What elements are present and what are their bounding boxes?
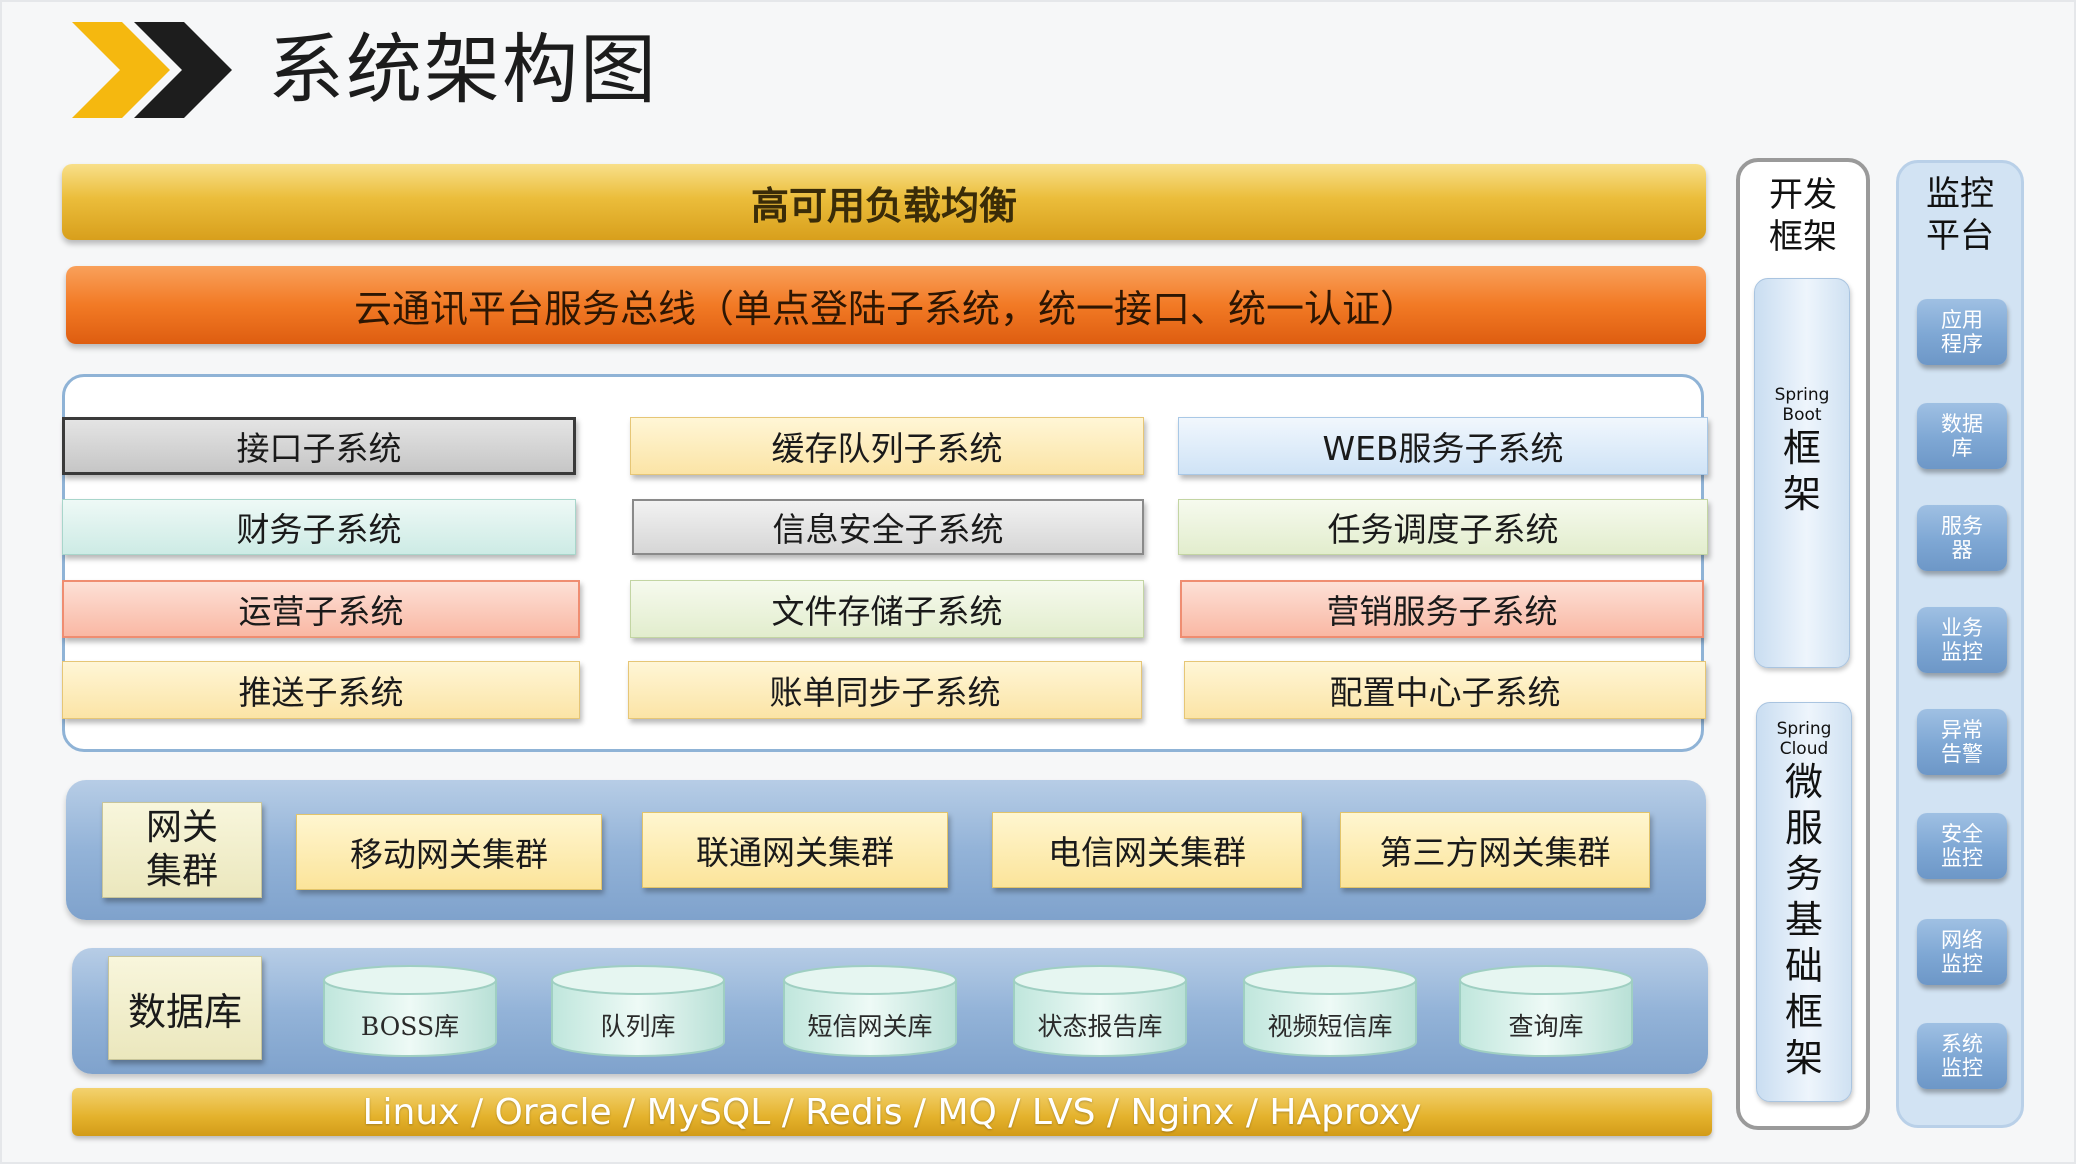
subsystem-box: WEB服务子系统 — [1178, 417, 1708, 475]
subsystem-box: 运营子系统 — [62, 580, 580, 638]
spring-boot-text: 框架 — [1782, 426, 1821, 516]
tech-stack-bar: Linux / Oracle / MySQL / Redis / MQ / LV… — [72, 1088, 1712, 1136]
page-title: 系统架构图 — [268, 25, 658, 114]
subsystem-box: 财务子系统 — [62, 499, 576, 555]
database-cylinder: 视频短信库 — [1242, 964, 1418, 1060]
spring-boot-label: Spring Boot — [1774, 385, 1830, 425]
monitor-item: 应用程序 — [1917, 299, 2007, 365]
monitor-item: 业务监控 — [1917, 607, 2007, 673]
dev-framework-title: 开发框架 — [1740, 174, 1866, 258]
subsystem-box: 配置中心子系统 — [1184, 661, 1706, 719]
database-name: 查询库 — [1508, 1012, 1584, 1041]
chevron-logo-icon — [72, 22, 232, 118]
monitor-platform-title: 监控平台 — [1899, 173, 2021, 257]
spring-cloud-text: 微服务基础框架 — [1784, 760, 1823, 1080]
dev-framework-column: 开发框架 Spring Boot 框架 Spring Cloud 微服务基础框架 — [1736, 158, 1870, 1130]
subsystem-box: 缓存队列子系统 — [630, 417, 1144, 475]
monitor-item: 数据库 — [1917, 403, 2007, 469]
monitor-platform-title-text: 监控平台 — [1926, 174, 1994, 256]
gateway-cluster-label: 网关集群 — [102, 802, 262, 898]
monitor-item: 服务器 — [1917, 505, 2007, 571]
service-bus-layer: 云通讯平台服务总线（单点登陆子系统，统一接口、统一认证） — [66, 266, 1706, 344]
database-name: 视频短信库 — [1267, 1012, 1393, 1041]
database-label: 数据库 — [108, 956, 262, 1060]
gateway-item: 联通网关集群 — [642, 812, 948, 888]
database-cylinder: 队列库 — [550, 964, 726, 1060]
subsystem-box: 信息安全子系统 — [632, 499, 1144, 555]
monitor-item: 安全监控 — [1917, 813, 2007, 879]
monitor-item: 异常告警 — [1917, 709, 2007, 775]
gateway-cluster-label-text: 网关集群 — [145, 807, 218, 892]
subsystem-box: 接口子系统 — [62, 417, 576, 475]
database-cylinder: 状态报告库 — [1012, 964, 1188, 1060]
subsystem-box: 推送子系统 — [62, 661, 580, 719]
database-cylinder: 查询库 — [1458, 964, 1634, 1060]
subsystem-box: 文件存储子系统 — [630, 580, 1144, 638]
database-name: BOSS库 — [360, 1012, 460, 1041]
monitor-item: 网络监控 — [1917, 919, 2007, 985]
monitor-platform-column: 监控平台 应用程序 数据库 服务器 业务监控 异常告警 安全监控 网络监控 系统… — [1896, 160, 2024, 1128]
database-cylinder: 短信网关库 — [782, 964, 958, 1060]
gateway-item: 电信网关集群 — [992, 812, 1302, 888]
subsystems-panel: 接口子系统 财务子系统 运营子系统 推送子系统 缓存队列子系统 信息安全子系统 … — [62, 374, 1708, 752]
gateway-item: 第三方网关集群 — [1340, 812, 1650, 888]
spring-cloud-box: Spring Cloud 微服务基础框架 — [1756, 702, 1852, 1102]
database-name: 队列库 — [600, 1012, 676, 1041]
gateway-cluster-band: 网关集群 移动网关集群 联通网关集群 电信网关集群 第三方网关集群 — [66, 780, 1706, 920]
subsystem-box: 任务调度子系统 — [1178, 499, 1708, 555]
database-cylinder: BOSS库 — [322, 964, 498, 1060]
dev-framework-title-text: 开发框架 — [1769, 175, 1837, 257]
spring-boot-box: Spring Boot 框架 — [1754, 278, 1850, 668]
spring-cloud-label: Spring Cloud — [1776, 719, 1832, 759]
database-name: 短信网关库 — [807, 1012, 933, 1041]
database-name: 状态报告库 — [1037, 1012, 1163, 1041]
load-balance-layer: 高可用负载均衡 — [62, 164, 1706, 240]
architecture-diagram: 系统架构图 高可用负载均衡 云通讯平台服务总线（单点登陆子系统，统一接口、统一认… — [0, 0, 2076, 1164]
subsystem-box: 账单同步子系统 — [628, 661, 1142, 719]
gateway-item: 移动网关集群 — [296, 814, 602, 890]
subsystem-box: 营销服务子系统 — [1180, 580, 1704, 638]
monitor-item: 系统监控 — [1917, 1023, 2007, 1089]
